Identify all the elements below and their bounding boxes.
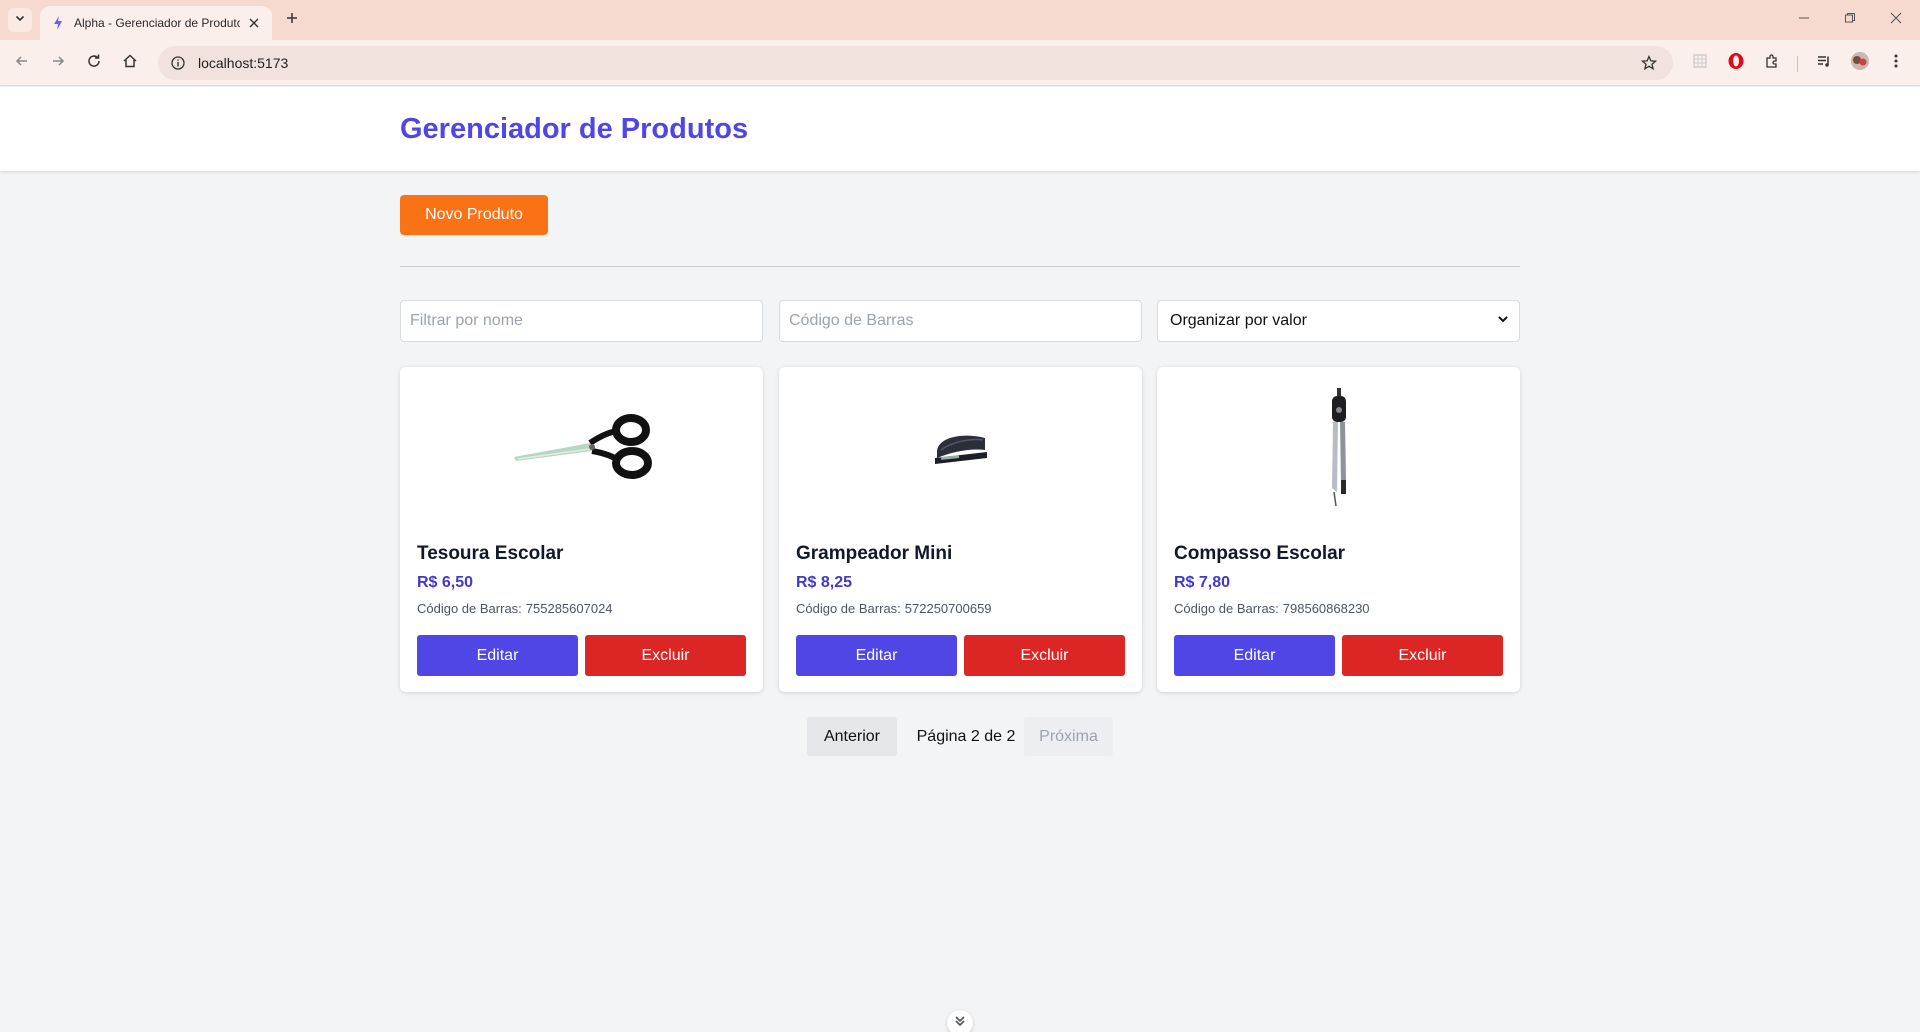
page-indicator: Página 2 de 2 [916, 727, 1016, 745]
product-name: Compasso Escolar [1174, 543, 1346, 564]
product-name: Grampeador Mini [796, 543, 953, 564]
name-filter-input[interactable]: Filtrar por nome [400, 300, 763, 342]
media-controls-button[interactable] [1810, 49, 1838, 77]
section-divider [400, 266, 1520, 267]
browser-menu-button[interactable] [1882, 49, 1910, 77]
tab-search-button[interactable] [8, 8, 32, 32]
browser-tab[interactable]: Alpha - Gerenciador de Produtos [40, 6, 272, 40]
chevron-down-icon [14, 11, 26, 29]
barcode-label: Código de Barras: [1174, 601, 1279, 616]
new-product-button[interactable]: Novo Produto [400, 195, 548, 235]
extensions-menu-button[interactable] [1758, 49, 1786, 77]
browser-tab-strip: Alpha - Gerenciador de Produtos [0, 0, 1920, 40]
url-text: localhost:5173 [198, 55, 289, 71]
new-tab-button[interactable] [280, 8, 304, 32]
previous-page-button[interactable]: Anterior [807, 717, 897, 756]
avatar [1850, 51, 1870, 76]
minimize-icon [1798, 11, 1810, 29]
barcode-filter-placeholder: Código de Barras [789, 312, 914, 329]
close-icon [1890, 11, 1902, 29]
arrow-right-icon [50, 53, 66, 74]
delete-button[interactable]: Excluir [1342, 635, 1503, 676]
edit-button[interactable]: Editar [417, 635, 578, 676]
barcode-filter-input[interactable]: Código de Barras [779, 300, 1142, 342]
extension-grid-icon [1692, 53, 1708, 74]
sort-select-value: Organizar por valor [1170, 312, 1307, 329]
product-image [400, 385, 763, 515]
restore-icon [1844, 11, 1856, 29]
product-card: Grampeador Mini R$ 8,25 Código de Barras… [779, 367, 1142, 692]
home-icon [122, 53, 138, 74]
product-card: Compasso Escolar R$ 7,80 Código de Barra… [1157, 367, 1520, 692]
barcode-value: 572250700659 [904, 601, 992, 616]
product-barcode: Código de Barras: 798560868230 [1174, 601, 1370, 616]
toolbar-separator [1797, 56, 1798, 72]
back-button[interactable] [8, 49, 36, 77]
arrow-left-icon [14, 53, 30, 74]
product-price: R$ 7,80 [1174, 574, 1231, 591]
extension-button[interactable] [1686, 49, 1714, 77]
minimize-button[interactable] [1790, 6, 1818, 34]
sort-select[interactable]: Organizar por valor [1157, 300, 1520, 342]
product-card: Tesoura Escolar R$ 6,50 Código de Barras… [400, 367, 763, 692]
close-icon[interactable] [246, 15, 262, 31]
edit-button[interactable]: Editar [1174, 635, 1335, 676]
chevron-down-icon [954, 1014, 966, 1032]
kebab-menu-icon [1894, 53, 1898, 74]
compass-icon [1324, 387, 1354, 513]
product-image [1157, 385, 1520, 515]
tab-title: Alpha - Gerenciador de Produtos [74, 16, 240, 30]
puzzle-icon [1764, 53, 1780, 74]
profile-button[interactable] [1846, 49, 1874, 77]
barcode-label: Código de Barras: [796, 601, 901, 616]
next-page-button[interactable]: Próxima [1024, 717, 1113, 756]
reload-button[interactable] [80, 49, 108, 77]
star-icon[interactable] [1639, 53, 1659, 73]
product-barcode: Código de Barras: 755285607024 [417, 601, 613, 616]
product-name: Tesoura Escolar [417, 543, 564, 564]
delete-button[interactable]: Excluir [964, 635, 1125, 676]
barcode-value: 755285607024 [525, 601, 613, 616]
info-icon[interactable] [168, 53, 188, 73]
barcode-value: 798560868230 [1282, 601, 1370, 616]
vite-favicon-icon [50, 15, 66, 31]
product-price: R$ 8,25 [796, 574, 853, 591]
name-filter-placeholder: Filtrar por nome [410, 312, 523, 329]
scroll-down-button[interactable] [947, 1010, 973, 1032]
home-button[interactable] [116, 49, 144, 77]
delete-button[interactable]: Excluir [585, 635, 746, 676]
stapler-icon [931, 426, 991, 475]
close-window-button[interactable] [1882, 6, 1910, 34]
product-image [779, 385, 1142, 515]
address-bar[interactable]: localhost:5173 [158, 46, 1673, 80]
scissors-icon [512, 413, 652, 488]
playlist-icon [1816, 53, 1832, 74]
page-title: Gerenciador de Produtos [400, 113, 749, 145]
opera-extension-button[interactable] [1722, 49, 1750, 77]
plus-icon [286, 11, 298, 29]
product-barcode: Código de Barras: 572250700659 [796, 601, 992, 616]
chevron-down-icon [1497, 312, 1509, 330]
edit-button[interactable]: Editar [796, 635, 957, 676]
opera-icon [1727, 52, 1745, 75]
restore-button[interactable] [1836, 6, 1864, 34]
barcode-label: Código de Barras: [417, 601, 522, 616]
app-header: Gerenciador de Produtos [0, 87, 1920, 171]
browser-toolbar: localhost:5173 [0, 40, 1920, 86]
reload-icon [86, 53, 102, 74]
product-price: R$ 6,50 [417, 574, 474, 591]
forward-button[interactable] [44, 49, 72, 77]
